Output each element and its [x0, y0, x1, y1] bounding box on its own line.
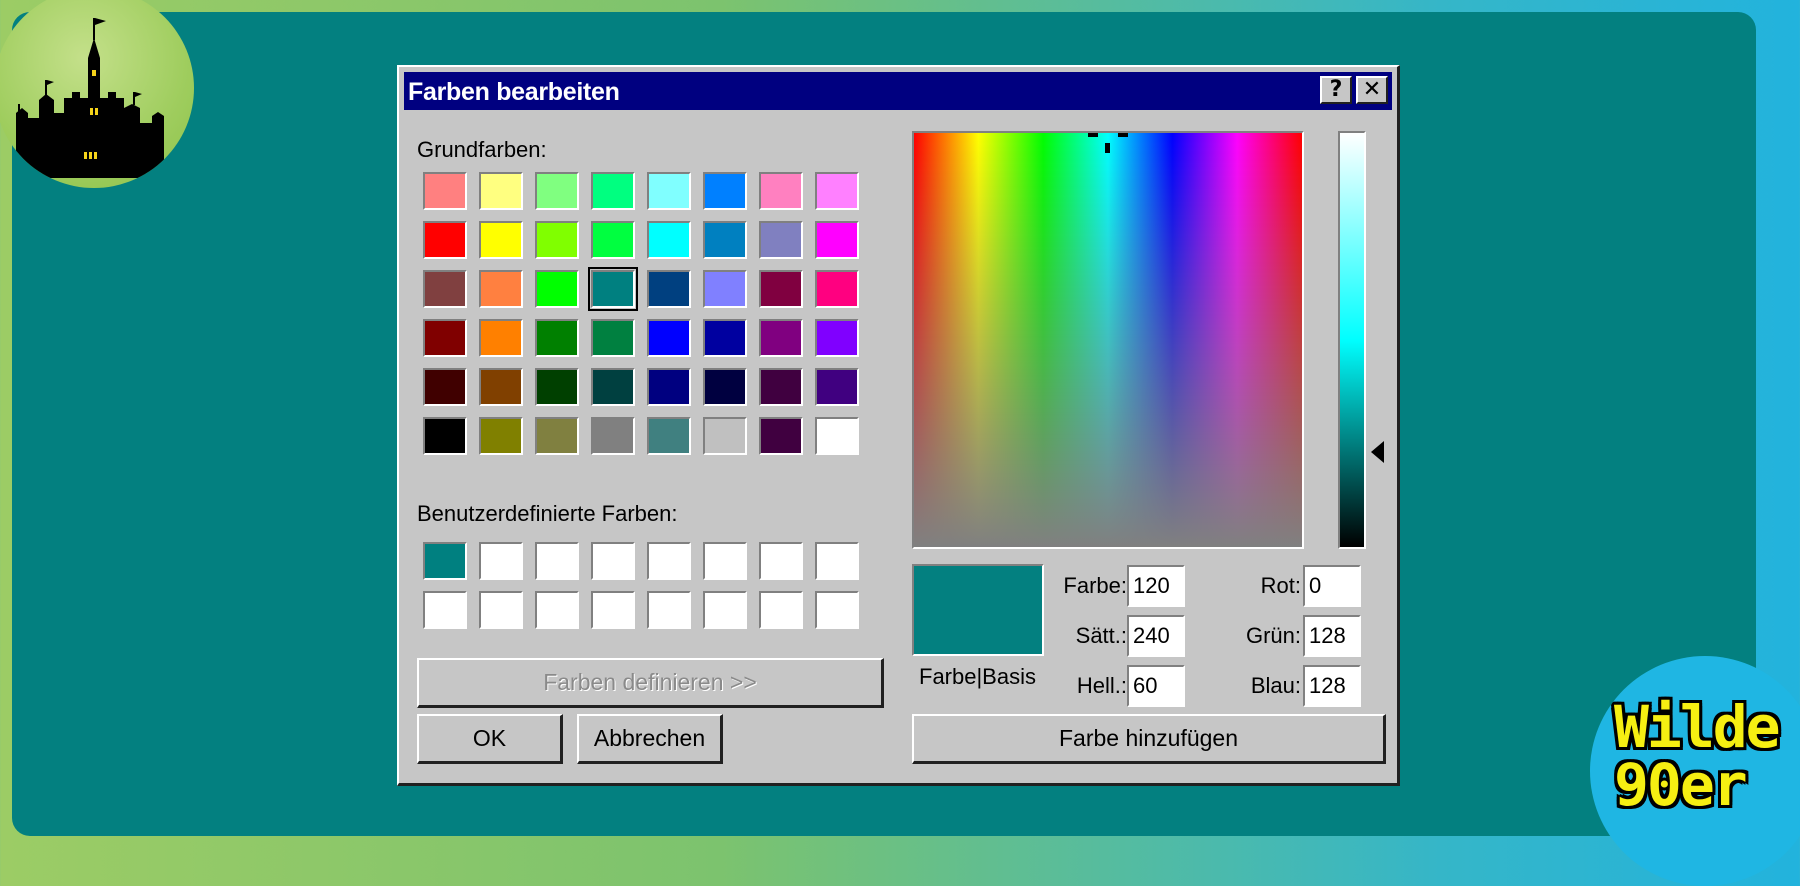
close-icon: ✕ [1362, 77, 1382, 102]
basic-color-swatch[interactable] [647, 368, 691, 406]
basic-color-swatch[interactable] [703, 221, 747, 259]
basic-color-swatch[interactable] [591, 319, 635, 357]
dialog-title: Farben bearbeiten [408, 78, 620, 106]
saturation-label: Sätt.: [1075, 623, 1127, 648]
custom-color-swatch[interactable] [591, 542, 635, 580]
basic-color-swatch[interactable] [703, 270, 747, 308]
custom-color-swatch[interactable] [535, 591, 579, 629]
basic-colors-label: Grundfarben: [417, 137, 547, 162]
basic-color-swatch[interactable] [535, 270, 579, 308]
add-color-button[interactable]: Farbe hinzufügen [912, 714, 1386, 764]
hue-input[interactable]: 120 [1127, 565, 1185, 607]
custom-color-swatch[interactable] [647, 591, 691, 629]
red-label: Rot: [1260, 573, 1301, 598]
custom-color-swatch[interactable] [815, 542, 859, 580]
basic-color-swatch[interactable] [423, 319, 467, 357]
define-colors-button[interactable]: Farben definieren >> [417, 658, 884, 708]
basic-color-swatch[interactable] [423, 172, 467, 210]
basic-color-swatch[interactable] [703, 172, 747, 210]
wilde-90er-wordmark: Wilde 90er [1614, 693, 1781, 819]
blue-label: Blau: [1250, 673, 1301, 698]
custom-colors-label: Benutzerdefinierte Farben: [417, 501, 678, 526]
basic-color-swatch[interactable] [479, 417, 523, 455]
red-input[interactable]: 0 [1303, 565, 1361, 607]
basic-color-swatch[interactable] [535, 417, 579, 455]
color-preview [912, 564, 1044, 656]
custom-color-swatch[interactable] [703, 542, 747, 580]
luminosity-arrow-icon[interactable] [1371, 441, 1384, 463]
hue-label: Farbe: [1063, 573, 1127, 598]
green-label: Grün: [1245, 623, 1301, 648]
custom-color-swatch[interactable] [479, 542, 523, 580]
custom-color-swatch[interactable] [647, 542, 691, 580]
basic-color-swatch[interactable] [703, 417, 747, 455]
basic-color-swatch[interactable] [759, 368, 803, 406]
basic-color-swatch[interactable] [759, 319, 803, 357]
basic-color-swatch[interactable] [423, 417, 467, 455]
custom-color-swatch[interactable] [479, 591, 523, 629]
question-icon: ? [1329, 77, 1343, 102]
basic-color-swatch[interactable] [535, 221, 579, 259]
help-button[interactable]: ? [1320, 76, 1352, 104]
luminosity-slider[interactable] [1338, 131, 1366, 549]
custom-color-swatch[interactable] [591, 591, 635, 629]
basic-color-swatch[interactable] [815, 417, 859, 455]
basic-color-swatch[interactable] [479, 172, 523, 210]
basic-color-swatch[interactable] [479, 319, 523, 357]
basic-color-swatch[interactable] [703, 319, 747, 357]
basic-color-swatch[interactable] [423, 270, 467, 308]
basic-color-swatch[interactable] [479, 270, 523, 308]
basic-color-swatch[interactable] [591, 172, 635, 210]
preview-label: Farbe|Basis [919, 664, 1036, 689]
basic-color-swatch[interactable] [759, 221, 803, 259]
ok-button[interactable]: OK [417, 714, 563, 764]
color-dialog: Farben bearbeiten ? ✕ Grundfarben: Benut… [397, 65, 1400, 786]
basic-color-swatch[interactable] [759, 172, 803, 210]
cancel-button[interactable]: Abbrechen [577, 714, 723, 764]
basic-color-swatch[interactable] [647, 270, 691, 308]
basic-color-swatch[interactable] [759, 270, 803, 308]
basic-color-swatch[interactable] [815, 172, 859, 210]
basic-color-swatch[interactable] [815, 319, 859, 357]
basic-color-swatch[interactable] [815, 368, 859, 406]
color-spectrum[interactable] [912, 131, 1304, 549]
basic-color-swatch[interactable] [647, 417, 691, 455]
green-input[interactable]: 128 [1303, 615, 1361, 657]
basic-color-swatch[interactable] [759, 417, 803, 455]
wilde-90er-logo: Wilde 90er [1590, 656, 1800, 886]
basic-color-swatch[interactable] [535, 172, 579, 210]
basic-color-swatch[interactable] [479, 221, 523, 259]
custom-color-swatch[interactable] [423, 542, 467, 580]
blue-input[interactable]: 128 [1303, 665, 1361, 707]
close-button[interactable]: ✕ [1356, 76, 1388, 104]
basic-color-swatch[interactable] [647, 172, 691, 210]
basic-color-swatch[interactable] [588, 267, 638, 311]
castle-logo [0, 0, 194, 188]
custom-color-swatch[interactable] [759, 591, 803, 629]
basic-color-swatch[interactable] [591, 368, 635, 406]
basic-color-swatch[interactable] [703, 368, 747, 406]
custom-color-swatch[interactable] [703, 591, 747, 629]
basic-color-swatch[interactable] [815, 270, 859, 308]
basic-color-swatch[interactable] [591, 221, 635, 259]
luminosity-input[interactable]: 60 [1127, 665, 1185, 707]
basic-color-swatch[interactable] [591, 417, 635, 455]
basic-color-swatch[interactable] [647, 221, 691, 259]
basic-color-swatch[interactable] [423, 221, 467, 259]
basic-color-swatch[interactable] [535, 368, 579, 406]
title-bar[interactable]: Farben bearbeiten ? ✕ [404, 72, 1392, 110]
custom-color-swatch[interactable] [759, 542, 803, 580]
custom-color-swatch[interactable] [423, 591, 467, 629]
custom-color-swatch[interactable] [815, 591, 859, 629]
basic-color-swatch[interactable] [535, 319, 579, 357]
custom-color-swatch[interactable] [535, 542, 579, 580]
basic-color-swatch[interactable] [479, 368, 523, 406]
castle-icon [16, 18, 164, 178]
luminosity-label: Hell.: [1076, 673, 1127, 698]
saturation-input[interactable]: 240 [1127, 615, 1185, 657]
crosshair-icon [1088, 133, 1128, 153]
basic-color-swatch[interactable] [815, 221, 859, 259]
basic-color-swatch[interactable] [647, 319, 691, 357]
basic-color-swatch[interactable] [423, 368, 467, 406]
